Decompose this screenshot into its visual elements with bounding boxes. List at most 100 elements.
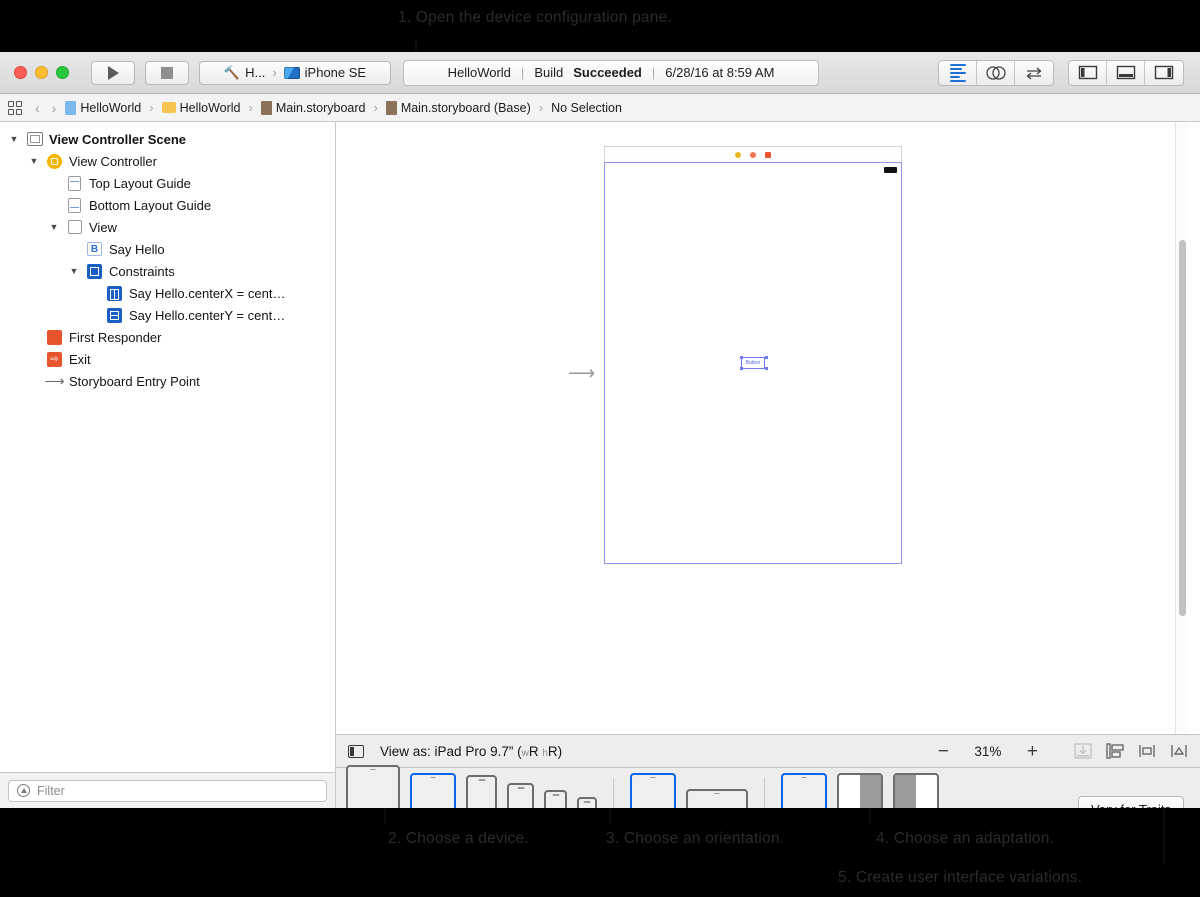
status-bar[interactable]: HelloWorld | Build Succeeded | 6/28/16 a… [403,60,819,86]
jump-bar-grid-icon[interactable] [8,101,22,115]
breadcrumb-item-folder[interactable]: HelloWorld [162,101,241,115]
outline-label: View Controller [69,154,157,169]
outline-row-constraint-centerx[interactable]: Say Hello.centerX = cent… [0,282,335,304]
scene-dot-first-responder[interactable] [750,152,756,158]
outline-label: Exit [69,352,91,367]
say-hello-button[interactable]: Button [741,357,765,369]
canvas-vertical-scrollbar[interactable] [1175,122,1188,784]
breadcrumb-item-selection[interactable]: No Selection [551,101,622,115]
callout-3: 3. Choose an orientation. [606,830,784,848]
outline-row-bottom-layout-guide[interactable]: Bottom Layout Guide [0,194,335,216]
navigator-toggle-button[interactable] [1069,61,1107,85]
trait-width-subscript: w [522,748,529,759]
device-option-ipad-pro-9-7[interactable] [410,773,456,808]
stop-icon [161,67,173,79]
view-controller-preview[interactable]: Button [604,146,902,564]
close-button[interactable] [14,66,27,79]
interface-builder-canvas[interactable]: ⟶ Button [336,122,1188,796]
view-as-device[interactable]: iPad Pro 9.7” [435,744,514,759]
disclosure-triangle-icon[interactable]: ▼ [28,156,40,166]
forward-button[interactable]: › [49,100,60,116]
adaptation-option-split-left[interactable] [893,773,939,808]
status-project: HelloWorld [448,65,511,80]
filter-field[interactable]: Filter [8,780,327,802]
editor-mode-segment[interactable] [938,60,1054,86]
device-option-iphone-4s[interactable] [577,797,597,808]
adaptation-option-split-right[interactable] [837,773,883,808]
play-icon [108,66,119,80]
breadcrumb-item-storyboard-base[interactable]: Main.storyboard (Base) [386,101,531,115]
disclosure-triangle-icon[interactable]: ▼ [48,222,60,232]
breadcrumb: ‹ › HelloWorld › HelloWorld › Main.story… [0,94,1200,122]
screenshot-stage: 1. Open the device configuration pane. 2… [0,0,1200,897]
outline-label: First Responder [69,330,161,345]
view-toggle-segment[interactable] [1068,60,1184,86]
standard-editor-button[interactable] [939,61,977,85]
stop-button[interactable] [145,61,189,85]
update-frames-icon[interactable] [1074,743,1092,759]
scene-dot-view-controller[interactable] [735,152,741,158]
outline-row-say-hello[interactable]: B Say Hello [0,238,335,260]
zoom-out-button[interactable]: − [938,742,949,761]
trait-close-paren: ) [558,744,563,759]
outline-row-first-responder[interactable]: First Responder [0,326,335,348]
device-option-iphone-7-plus[interactable] [466,775,497,808]
outline-row-constraints[interactable]: ▼ Constraints [0,260,335,282]
canvas-area[interactable]: ⟶ Button [336,122,1200,808]
outline-row-entry-point[interactable]: ⟶ Storyboard Entry Point [0,370,335,392]
zoom-in-button[interactable]: + [1027,742,1038,761]
outline-label: Storyboard Entry Point [69,374,200,389]
orientation-option-portrait[interactable] [630,773,676,808]
scene-title-bar [604,146,902,162]
view-as-traits: (wR hR) [517,744,562,759]
window-controls[interactable] [14,66,69,79]
assistant-editor-button[interactable] [977,61,1015,85]
breadcrumb-item-project[interactable]: HelloWorld [65,101,141,115]
back-button[interactable]: ‹ [32,100,43,116]
constraints-icon [86,263,103,280]
breadcrumb-label: HelloWorld [180,101,241,115]
outline-row-exit[interactable]: ⇨ Exit [0,348,335,370]
debug-area-toggle-button[interactable] [1107,61,1145,85]
orientation-option-landscape[interactable] [686,789,748,808]
run-button[interactable] [91,61,135,85]
view-as-prefix: View as: [380,744,431,759]
callout-4: 4. Choose an adaptation. [876,830,1054,848]
orientation-group: Orientation [630,768,748,808]
device-screen[interactable]: Button [604,162,902,564]
constraint-x-icon [106,285,123,302]
embed-in-icon[interactable] [1106,743,1124,759]
breadcrumb-label: No Selection [551,101,622,115]
disclosure-triangle-icon[interactable]: ▼ [68,266,80,276]
device-option-ipad-pro-12-9[interactable] [346,765,400,808]
utilities-toggle-button[interactable] [1145,61,1183,85]
status-timestamp: 6/28/16 at 8:59 AM [665,65,774,80]
callout-5: 5. Create user interface variations. [838,869,1082,887]
device-option-iphone-7[interactable] [507,783,534,808]
outline-row-scene[interactable]: ▼ View Controller Scene [0,128,335,150]
zoom-button[interactable] [56,66,69,79]
device-group: Device [346,768,597,808]
view-icon [66,219,83,236]
pin-icon[interactable] [1170,743,1188,759]
vary-for-traits-button[interactable]: Vary for Traits [1078,796,1184,808]
disclosure-triangle-icon[interactable]: ▼ [8,134,20,144]
scene-dot-exit[interactable] [765,152,771,158]
device-icon [284,67,300,79]
breadcrumb-item-storyboard[interactable]: Main.storyboard [261,101,366,115]
outline-row-view-controller[interactable]: ▼ View Controller [0,150,335,172]
device-configuration-pane: Device Orientation Adaptation Var [336,768,1200,808]
constraint-y-icon [106,307,123,324]
button-icon: B [86,241,103,258]
adaptation-option-full-screen[interactable] [781,773,827,808]
device-option-iphone-se[interactable] [544,790,567,808]
minimize-button[interactable] [35,66,48,79]
outline-row-top-layout-guide[interactable]: Top Layout Guide [0,172,335,194]
version-editor-button[interactable] [1015,61,1053,85]
outline-row-view[interactable]: ▼ View [0,216,335,238]
device-config-toggle-icon[interactable] [348,745,364,758]
scheme-selector[interactable]: 🔨 H... › iPhone SE [199,61,391,85]
align-icon[interactable] [1138,743,1156,759]
outline-row-constraint-centery[interactable]: Say Hello.centerY = cent… [0,304,335,326]
device-options [346,777,597,808]
